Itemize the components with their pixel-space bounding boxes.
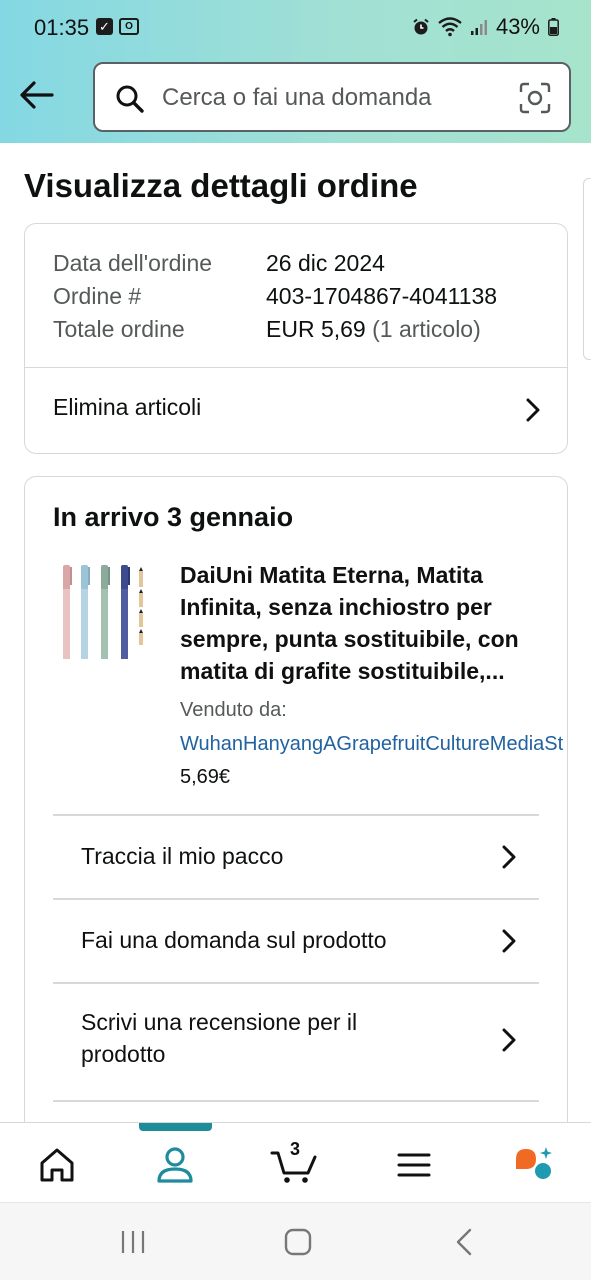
order-number-value: 403-1704867-4041138 [266,283,498,309]
page-title: Visualizza dettagli ordine [24,167,418,204]
app-header: 01:35 ✓ O 43% Cerca o fai una domanda [0,0,591,143]
order-summary-card: Data dell'ordine 26 dic 2024 Ordine # 40… [24,223,568,454]
active-tab-indicator [139,1123,212,1131]
order-date-value: 26 dic 2024 [266,250,385,276]
order-total-amount: EUR 5,69 [266,316,366,342]
outlook-notification-icon: O [119,18,139,35]
home-icon [40,1148,74,1182]
order-total-value: EUR 5,69 (1 articolo) [266,315,481,348]
system-navigation-bar [0,1202,591,1280]
order-total-row: Totale ordine EUR 5,69 (1 articolo) [53,315,497,348]
status-right: 43% [412,14,559,40]
chevron-right-icon [502,929,516,953]
nav-account[interactable] [155,1145,195,1185]
nav-cart[interactable]: 3 [270,1139,320,1185]
order-info: Data dell'ordine 26 dic 2024 Ordine # 40… [53,249,497,348]
search-input[interactable]: Cerca o fai una domanda [93,62,571,132]
order-date-row: Data dell'ordine 26 dic 2024 [53,249,497,282]
wifi-icon [438,17,462,37]
chevron-right-icon [502,1028,516,1052]
account-icon [157,1147,193,1183]
seller-link[interactable]: WuhanHanyangAGrapefruitCultureMediaSt [180,733,563,756]
bottom-nav: 3 [0,1122,591,1202]
write-review-label: Scrivi una recensione per il prodotto [81,1009,358,1067]
nav-menu[interactable] [396,1145,436,1185]
ask-question-row[interactable]: Fai una domanda sul prodotto [53,898,539,982]
search-icon [116,85,144,113]
camera-search-icon[interactable] [519,82,551,114]
cart-count: 3 [290,1139,301,1159]
back-nav-icon[interactable] [450,1227,480,1257]
home-button-icon[interactable] [283,1227,313,1257]
write-review-row[interactable]: Scrivi una recensione per il prodotto [53,982,539,1100]
order-number-row: Ordine # 403-1704867-4041138 [53,282,497,315]
track-package-label: Traccia il mio pacco [81,843,284,869]
nav-rufus[interactable] [512,1145,552,1185]
menu-icon [397,1153,431,1177]
ask-question-label: Fai una domanda sul prodotto [81,927,387,953]
rufus-ai-icon [516,1147,552,1179]
search-placeholder: Cerca o fai una domanda [162,84,432,111]
scroll-indicator [583,178,591,360]
product-price: 5,69€ [180,766,231,788]
status-bar: 01:35 ✓ O 43% [0,0,591,56]
back-button[interactable] [18,76,56,114]
sold-by-label: Venduto da: [180,699,287,721]
delete-items-row[interactable]: Elimina articoli [25,368,567,454]
checkbox-notification-icon: ✓ [96,18,113,35]
recent-apps-icon[interactable] [118,1227,148,1257]
shipment-card: In arrivo 3 gennaio DaiUni Matita Eterna… [24,476,568,1136]
track-package-row[interactable]: Traccia il mio pacco [53,814,539,898]
alarm-icon [413,18,429,35]
notification-icons: ✓ O [96,18,139,35]
chevron-right-icon [526,398,540,422]
back-arrow-icon [20,81,54,109]
order-total-label: Totale ordine [53,316,185,342]
battery-percentage: 43% [495,14,540,39]
arrival-date: In arrivo 3 gennaio [53,502,294,532]
delete-items-label: Elimina articoli [53,394,202,420]
nav-home[interactable] [37,1145,77,1185]
order-number-label: Ordine # [53,283,142,309]
battery-icon [548,18,559,36]
signal-icon [470,20,487,35]
product-title-link[interactable]: DaiUni Matita Eterna, Matita Infinita, s… [180,559,550,687]
order-date-label: Data dell'ordine [53,250,213,276]
chevron-right-icon [502,845,516,869]
order-item-count: (1 articolo) [372,316,481,342]
status-time: 01:35 [34,15,90,40]
product-image[interactable] [59,561,149,661]
